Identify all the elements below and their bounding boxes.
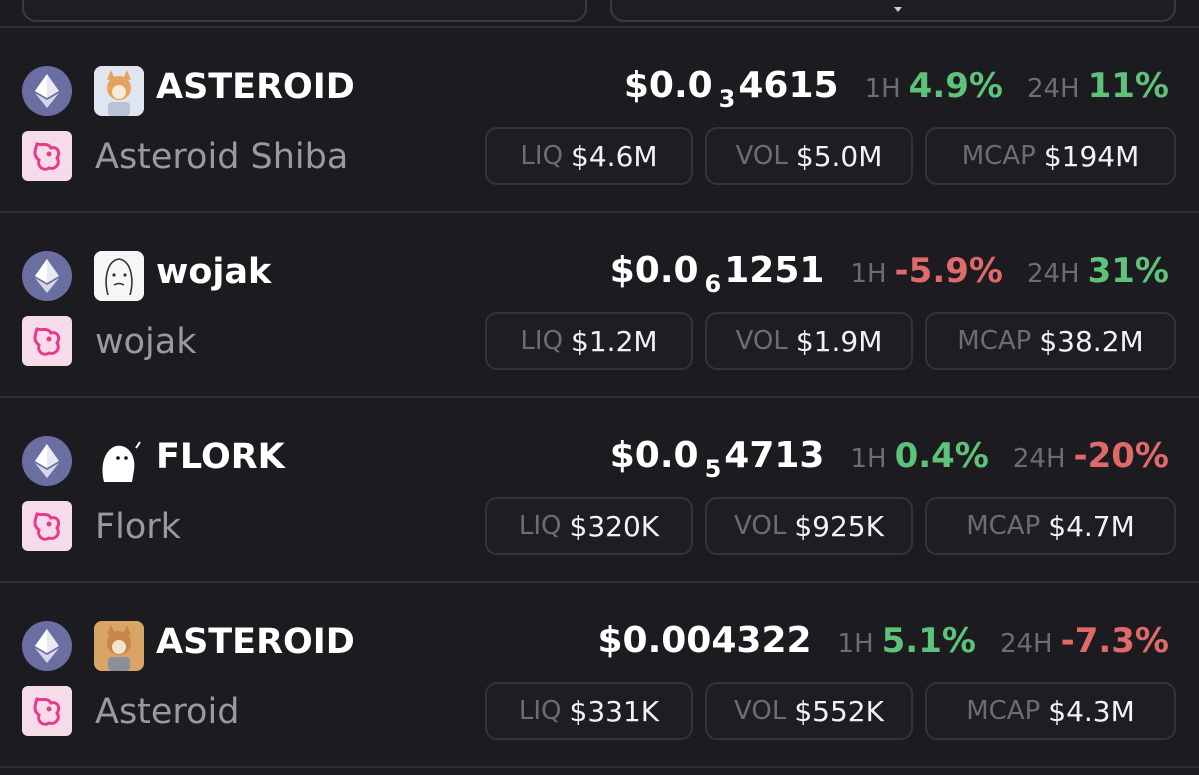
mcap-value: $4.7M	[1048, 509, 1135, 543]
h24-label: 24H	[1012, 444, 1066, 474]
token-price: $0.004322	[597, 620, 812, 661]
h24-label: 24H	[999, 629, 1053, 659]
h1-change: -5.9%	[894, 251, 1003, 291]
token-name: Asteroid	[95, 692, 240, 732]
asteroid-shiba-avatar	[94, 66, 144, 116]
h1-label: 1H	[850, 444, 887, 474]
vol-value: $1.9M	[795, 324, 883, 358]
mcap-value: $38.2M	[1039, 324, 1144, 358]
liq-label: LIQ	[520, 141, 564, 171]
token-name: Flork	[95, 507, 181, 547]
liquidity-stat: LIQ $4.6M	[485, 127, 693, 185]
h1-change: 0.4%	[894, 436, 989, 476]
vol-label: VOL	[734, 696, 787, 726]
uniswap-icon	[22, 501, 72, 551]
token-name: Asteroid Shiba	[95, 137, 349, 177]
market-cap-stat: MCAP $38.2M	[925, 312, 1176, 370]
divider	[0, 766, 1199, 768]
flork-avatar	[94, 436, 144, 486]
vol-label: VOL	[735, 326, 788, 356]
mcap-label: MCAP	[966, 696, 1041, 726]
uniswap-icon	[22, 686, 72, 736]
mcap-value: $194M	[1043, 139, 1140, 173]
liq-value: $320K	[569, 509, 660, 543]
liq-value: $331K	[569, 694, 660, 728]
top-right-button[interactable]	[610, 0, 1176, 22]
vol-label: VOL	[734, 511, 787, 541]
token-row[interactable]: ASTEROID $0.0 34615 1H 4.9% 24H 11% Aster…	[0, 27, 1199, 212]
h1-change: 4.9%	[908, 66, 1003, 106]
liq-label: LIQ	[520, 326, 564, 356]
uniswap-icon	[22, 316, 72, 366]
wojak-avatar	[94, 251, 144, 301]
token-symbol: FLORK	[156, 437, 285, 477]
ethereum-icon	[22, 436, 72, 486]
token-row[interactable]: FLORK $0.0 54713 1H 0.4% 24H -20% Flork L…	[0, 397, 1199, 582]
mcap-label: MCAP	[961, 141, 1036, 171]
liq-value: $1.2M	[571, 324, 658, 358]
token-name: wojak	[95, 322, 197, 362]
h24-change: 31%	[1087, 251, 1169, 291]
token-symbol: ASTEROID	[156, 622, 355, 662]
price-line: $0.0 61251 1H -5.9% 24H 31%	[610, 250, 1169, 298]
h1-change: 5.1%	[881, 621, 976, 661]
volume-stat: VOL $1.9M	[705, 312, 913, 370]
asteroid-avatar	[94, 621, 144, 671]
vol-value: $5.0M	[795, 139, 883, 173]
token-price: $0.0 34615	[623, 65, 839, 113]
price-line: $0.0 34615 1H 4.9% 24H 11%	[624, 65, 1169, 113]
h1-label: 1H	[837, 629, 874, 659]
liq-label: LIQ	[518, 511, 562, 541]
liquidity-stat: LIQ $331K	[485, 682, 693, 740]
market-cap-stat: MCAP $4.7M	[925, 497, 1176, 555]
mcap-value: $4.3M	[1048, 694, 1135, 728]
token-price: $0.0 61251	[609, 250, 825, 298]
h1-label: 1H	[850, 259, 887, 289]
liquidity-stat: LIQ $320K	[485, 497, 693, 555]
token-symbol: wojak	[156, 252, 272, 292]
token-row[interactable]: ASTEROID $0.004322 1H 5.1% 24H -7.3% Ast…	[0, 582, 1199, 767]
volume-stat: VOL $552K	[705, 682, 913, 740]
uniswap-icon	[22, 131, 72, 181]
liq-label: LIQ	[518, 696, 562, 726]
price-line: $0.004322 1H 5.1% 24H -7.3%	[597, 620, 1169, 661]
token-symbol: ASTEROID	[156, 67, 355, 107]
h24-change: -7.3%	[1060, 621, 1169, 661]
ethereum-icon	[22, 251, 72, 301]
mcap-label: MCAP	[957, 326, 1032, 356]
volume-stat: VOL $925K	[705, 497, 913, 555]
h24-change: -20%	[1073, 436, 1170, 476]
h24-change: 11%	[1087, 66, 1169, 106]
ethereum-icon	[22, 621, 72, 671]
token-price: $0.0 54713	[609, 435, 825, 483]
mcap-label: MCAP	[966, 511, 1041, 541]
market-cap-stat: MCAP $194M	[925, 127, 1176, 185]
vol-value: $925K	[794, 509, 884, 543]
vol-value: $552K	[794, 694, 884, 728]
market-cap-stat: MCAP $4.3M	[925, 682, 1176, 740]
h24-label: 24H	[1026, 259, 1080, 289]
chevron-down-icon	[894, 7, 902, 12]
vol-label: VOL	[735, 141, 788, 171]
liq-value: $4.6M	[571, 139, 658, 173]
volume-stat: VOL $5.0M	[705, 127, 913, 185]
top-left-button[interactable]	[22, 0, 587, 22]
liquidity-stat: LIQ $1.2M	[485, 312, 693, 370]
token-row[interactable]: wojak $0.0 61251 1H -5.9% 24H 31% wojak L…	[0, 212, 1199, 397]
h1-label: 1H	[864, 74, 901, 104]
ethereum-icon	[22, 66, 72, 116]
h24-label: 24H	[1026, 74, 1080, 104]
price-line: $0.0 54713 1H 0.4% 24H -20%	[610, 435, 1169, 483]
